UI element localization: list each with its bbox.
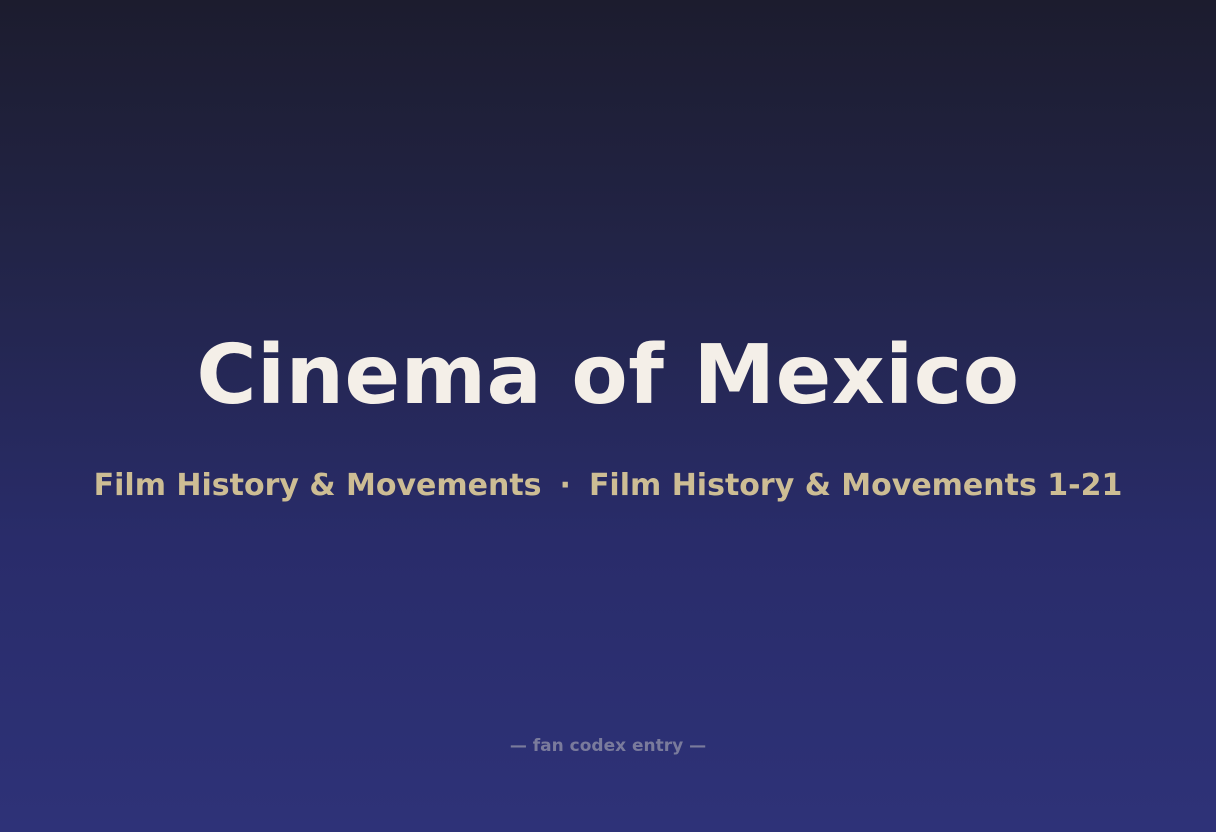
subtitle: Film History & Movements · Film History & …	[0, 466, 1216, 506]
footer-caption: — fan codex entry —	[509, 736, 707, 756]
subtitle-separator: ·	[559, 468, 571, 503]
subtitle-range: Film History & Movements 1-21	[588, 468, 1123, 503]
page-title: Cinema of Mexico	[196, 328, 1020, 423]
subtitle-category: Film History & Movements	[93, 468, 542, 503]
